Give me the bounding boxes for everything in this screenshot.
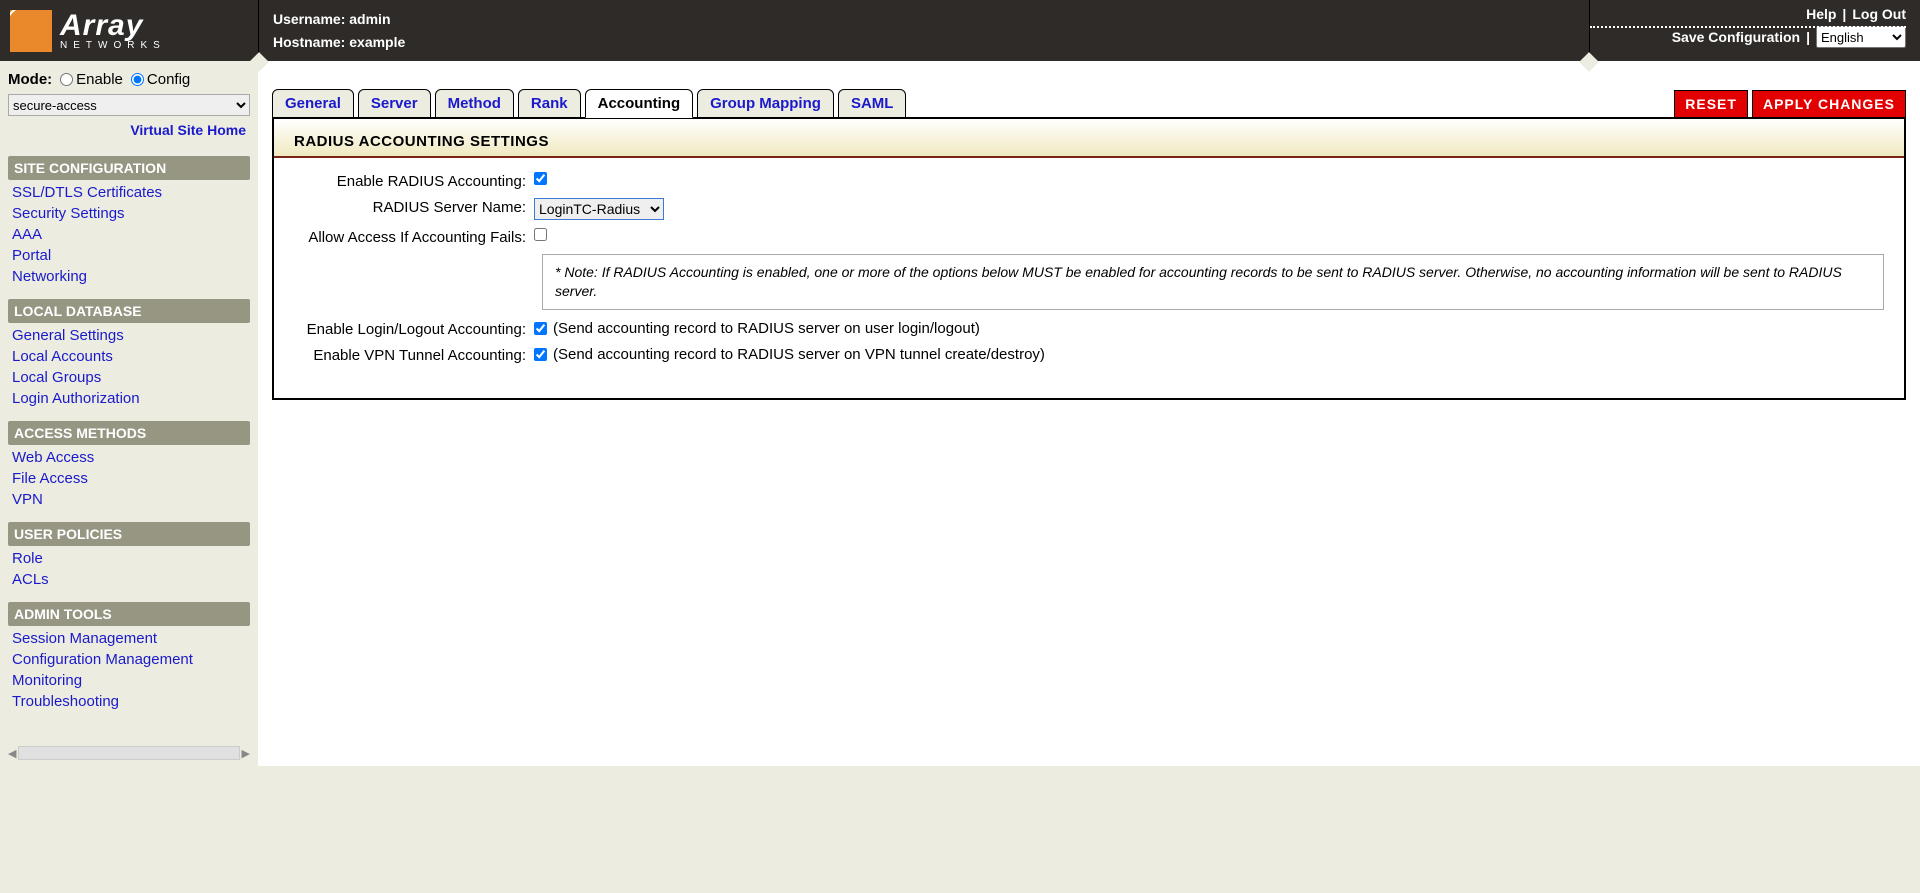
tab-accounting[interactable]: Accounting bbox=[585, 89, 694, 118]
section-header: USER POLICIES bbox=[8, 522, 250, 546]
session-info: Username: admin Hostname: example bbox=[258, 0, 1590, 61]
label-allow-fail: Allow Access If Accounting Fails: bbox=[294, 228, 534, 246]
checkbox-login-logout[interactable] bbox=[534, 322, 547, 335]
sidebar-scrollbar[interactable]: ◀ ▶ bbox=[8, 746, 250, 760]
username-label: Username: bbox=[273, 11, 345, 27]
nav-link[interactable]: AAA bbox=[8, 224, 250, 245]
hint-login-logout: (Send accounting record to RADIUS server… bbox=[553, 320, 980, 337]
reset-button[interactable]: RESET bbox=[1674, 90, 1748, 118]
nav-link[interactable]: Web Access bbox=[8, 447, 250, 468]
help-link[interactable]: Help bbox=[1806, 6, 1836, 22]
nav-link[interactable]: VPN bbox=[8, 489, 250, 510]
apply-changes-button[interactable]: APPLY CHANGES bbox=[1752, 90, 1906, 118]
scroll-right-icon[interactable]: ▶ bbox=[242, 747, 250, 760]
virtual-site-home-link[interactable]: Virtual Site Home bbox=[8, 116, 250, 148]
main-content: GeneralServerMethodRankAccountingGroup M… bbox=[258, 61, 1920, 766]
brand-logo-icon bbox=[10, 10, 52, 52]
username-row: Username: admin bbox=[273, 11, 1575, 27]
mode-enable-radio[interactable]: Enable bbox=[60, 71, 123, 88]
tab-saml[interactable]: SAML bbox=[838, 89, 907, 118]
scroll-left-icon[interactable]: ◀ bbox=[8, 747, 16, 760]
settings-panel: RADIUS ACCOUNTING SETTINGS Enable RADIUS… bbox=[272, 117, 1906, 400]
nav-link[interactable]: Session Management bbox=[8, 628, 250, 649]
row-enable-accounting: Enable RADIUS Accounting: bbox=[294, 168, 1884, 194]
row-allow-fail: Allow Access If Accounting Fails: bbox=[294, 224, 1884, 250]
row-vpn-tunnel: Enable VPN Tunnel Accounting: (Send acco… bbox=[294, 342, 1884, 368]
tab-rank[interactable]: Rank bbox=[518, 89, 581, 118]
tab-general[interactable]: General bbox=[272, 89, 354, 118]
header-actions: Help | Log Out Save Configuration | Engl… bbox=[1590, 0, 1920, 61]
tabs-row: GeneralServerMethodRankAccountingGroup M… bbox=[272, 89, 1906, 118]
brand-subname: NETWORKS bbox=[60, 41, 166, 51]
nav-link[interactable]: Login Authorization bbox=[8, 388, 250, 409]
label-vpn-tunnel: Enable VPN Tunnel Accounting: bbox=[294, 346, 534, 364]
label-enable-accounting: Enable RADIUS Accounting: bbox=[294, 172, 534, 190]
brand-name: Array bbox=[60, 11, 166, 41]
nav-link[interactable]: File Access bbox=[8, 468, 250, 489]
select-server-name[interactable]: LoginTC-Radius bbox=[534, 198, 664, 220]
top-header: Array NETWORKS Username: admin Hostname:… bbox=[0, 0, 1920, 61]
nav-link[interactable]: SSL/DTLS Certificates bbox=[8, 182, 250, 203]
mode-row: Mode: Enable Config bbox=[8, 67, 250, 94]
tab-group-mapping[interactable]: Group Mapping bbox=[697, 89, 834, 118]
row-login-logout: Enable Login/Logout Accounting: (Send ac… bbox=[294, 316, 1884, 342]
nav-link[interactable]: Local Groups bbox=[8, 367, 250, 388]
nav-link[interactable]: Troubleshooting bbox=[8, 691, 250, 712]
mode-label: Mode: bbox=[8, 71, 52, 88]
hostname-value: example bbox=[349, 34, 405, 50]
checkbox-vpn-tunnel[interactable] bbox=[534, 348, 547, 361]
section-header: ADMIN TOOLS bbox=[8, 602, 250, 626]
checkbox-enable-accounting[interactable] bbox=[534, 172, 547, 185]
row-server-name: RADIUS Server Name: LoginTC-Radius bbox=[294, 194, 1884, 224]
brand-logo-text: Array NETWORKS bbox=[60, 11, 166, 51]
mode-config-radio[interactable]: Config bbox=[131, 71, 190, 88]
panel-title: RADIUS ACCOUNTING SETTINGS bbox=[274, 119, 1904, 158]
logout-link[interactable]: Log Out bbox=[1852, 6, 1906, 22]
hint-vpn-tunnel: (Send accounting record to RADIUS server… bbox=[553, 346, 1045, 363]
nav-link[interactable]: Local Accounts bbox=[8, 346, 250, 367]
save-config-link[interactable]: Save Configuration bbox=[1672, 29, 1800, 45]
nav-link[interactable]: Portal bbox=[8, 245, 250, 266]
hostname-label: Hostname: bbox=[273, 34, 345, 50]
nav-link[interactable]: Networking bbox=[8, 266, 250, 287]
section-header: ACCESS METHODS bbox=[8, 421, 250, 445]
note-box: * Note: If RADIUS Accounting is enabled,… bbox=[542, 254, 1884, 310]
tab-method[interactable]: Method bbox=[435, 89, 514, 118]
tab-server[interactable]: Server bbox=[358, 89, 431, 118]
username-value: admin bbox=[349, 11, 390, 27]
language-select[interactable]: English bbox=[1816, 26, 1906, 48]
nav-link[interactable]: General Settings bbox=[8, 325, 250, 346]
nav-link[interactable]: Monitoring bbox=[8, 670, 250, 691]
nav-link[interactable]: Security Settings bbox=[8, 203, 250, 224]
hostname-row: Hostname: example bbox=[273, 34, 1575, 50]
site-select[interactable]: secure-access bbox=[8, 94, 250, 116]
label-server-name: RADIUS Server Name: bbox=[294, 198, 534, 216]
brand-logo-block: Array NETWORKS bbox=[0, 0, 258, 61]
nav-link[interactable]: Role bbox=[8, 548, 250, 569]
sidebar: Mode: Enable Config secure-access Virtua… bbox=[0, 61, 258, 766]
nav-link[interactable]: ACLs bbox=[8, 569, 250, 590]
section-header: SITE CONFIGURATION bbox=[8, 156, 250, 180]
label-login-logout: Enable Login/Logout Accounting: bbox=[294, 320, 534, 338]
section-header: LOCAL DATABASE bbox=[8, 299, 250, 323]
nav-link[interactable]: Configuration Management bbox=[8, 649, 250, 670]
checkbox-allow-fail[interactable] bbox=[534, 228, 547, 241]
